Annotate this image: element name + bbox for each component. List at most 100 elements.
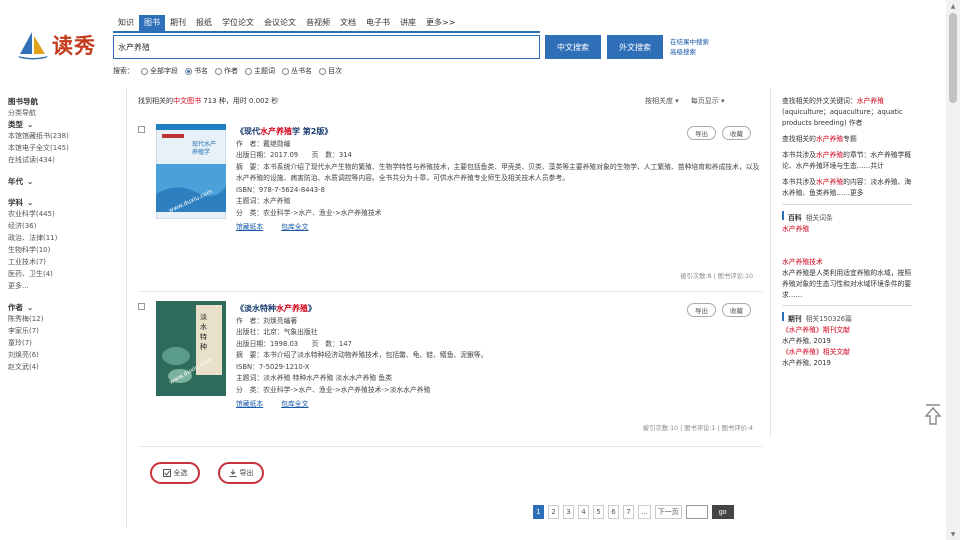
radio-dot-icon xyxy=(141,67,148,75)
svg-text:种: 种 xyxy=(200,342,207,351)
facet-title-label: 作者 xyxy=(8,303,23,312)
logo[interactable]: 读秀 xyxy=(16,28,106,62)
book-author: 作 者：戴继勋编 xyxy=(236,139,291,148)
nav-tab[interactable]: 学位论文 xyxy=(217,15,259,31)
facet-item[interactable]: 李家乐(7) xyxy=(8,325,126,337)
export-button[interactable]: 导出 xyxy=(687,126,716,140)
pagination: 1 2 3 4 5 6 7... 下一页 go xyxy=(533,505,734,519)
scope-option-label: 主题词 xyxy=(254,67,275,75)
wiki-item-link[interactable]: 水产养殖 xyxy=(782,224,912,235)
scope-radio[interactable]: 主题词 xyxy=(245,66,275,76)
facet-item[interactable]: 本馆馆藏纸书(238) xyxy=(8,130,126,142)
nav-tab[interactable]: 音视频 xyxy=(301,15,335,31)
facet-item[interactable]: 经济(36) xyxy=(8,220,126,232)
summary-prefix: 找到相关的 xyxy=(138,97,173,105)
facet-title-label: 类型 xyxy=(8,120,23,129)
result-actions: 导出 收藏 xyxy=(687,126,751,140)
related-entry[interactable]: 查找相关的水产养殖专题 xyxy=(782,134,912,145)
related-entry[interactable]: 本书共涉及水产养殖的内容：淡水养殖、海水养殖、鱼类养殖……更多 xyxy=(782,177,912,199)
wiki-heading: 百科 相关词条 xyxy=(782,211,912,224)
facet-item[interactable]: 赵文武(4) xyxy=(8,361,126,373)
page-go-button[interactable]: go xyxy=(711,505,734,519)
page-link[interactable]: 4 xyxy=(578,505,589,519)
sort-relevance-dropdown[interactable]: 按相关度 ▾ xyxy=(645,96,679,106)
scope-radio[interactable]: 丛书名 xyxy=(282,66,312,76)
facet-title[interactable]: 学科 ⌄ xyxy=(8,197,126,208)
library-copy-link[interactable]: 馆藏纸本 xyxy=(236,222,263,234)
advanced-search-link[interactable]: 高级搜索 xyxy=(670,47,709,57)
scope-radio[interactable]: 作者 xyxy=(215,66,238,76)
export-button[interactable]: 导出 xyxy=(687,303,716,317)
facet-item[interactable]: 刘焕亮(6) xyxy=(8,349,126,361)
wiki-detail-title[interactable]: 水产养殖技术 xyxy=(782,257,912,268)
bulk-export-button[interactable]: 导出 xyxy=(218,462,264,484)
svg-text:水: 水 xyxy=(200,322,207,331)
fulltext-link[interactable]: 包库全文 xyxy=(281,222,308,234)
related-entry[interactable]: 本书共涉及水产养殖的章节：水产养殖学概论、水产养殖环境与生态……共计 xyxy=(782,150,912,172)
nav-tab[interactable]: 电子书 xyxy=(361,15,395,31)
nav-underline xyxy=(113,31,540,33)
result-checkbox[interactable] xyxy=(138,126,145,133)
facet-item[interactable]: 生物科学(10) xyxy=(8,244,126,256)
nav-tab[interactable]: 图书 xyxy=(139,15,165,31)
scope-radio[interactable]: 全部字段 xyxy=(141,66,178,76)
scope-radio[interactable]: 目次 xyxy=(319,66,342,76)
page-link[interactable]: 7 xyxy=(623,505,634,519)
search-in-results-link[interactable]: 在结果中搜索 xyxy=(670,37,709,47)
nav-tab[interactable]: 讲座 xyxy=(395,15,421,31)
book-title-link[interactable]: 《淡水特种水产养殖》 xyxy=(236,303,761,315)
scroll-down-arrow-icon[interactable]: ▼ xyxy=(946,528,960,540)
favorite-button[interactable]: 收藏 xyxy=(722,303,751,317)
facet-item[interactable]: 童玲(7) xyxy=(8,337,126,349)
scroll-thumb[interactable] xyxy=(949,13,957,103)
entry-rest: (aquiculture；aquaculture；aquatic product… xyxy=(782,108,903,127)
journal-item[interactable]: 《水产养殖》期刊文献 xyxy=(782,325,912,336)
page-link[interactable]: 5 xyxy=(593,505,604,519)
nav-tab[interactable]: 期刊 xyxy=(165,15,191,31)
select-all-button[interactable]: 全选 xyxy=(150,462,200,484)
nav-tab[interactable]: 文档 xyxy=(335,15,361,31)
facet-title[interactable]: 作者 ⌄ xyxy=(8,302,126,313)
favorite-button[interactable]: 收藏 xyxy=(722,126,751,140)
nav-tab[interactable]: 报纸 xyxy=(191,15,217,31)
facet-item[interactable]: 医药、卫生(4) xyxy=(8,268,126,280)
facet-item[interactable]: 农业科学(445) xyxy=(8,208,126,220)
facet-title[interactable]: 年代 ⌄ xyxy=(8,176,126,187)
page-number-input[interactable] xyxy=(685,505,708,519)
facet-item[interactable]: 本馆电子全文(145) xyxy=(8,142,126,154)
entry-text: 查找相关的外文关键词： xyxy=(782,97,857,105)
page-link[interactable]: 3 xyxy=(563,505,574,519)
facet-item[interactable]: 陈秀梅(12) xyxy=(8,313,126,325)
page-link[interactable]: ... xyxy=(638,505,651,519)
nav-tab[interactable]: 会议论文 xyxy=(259,15,301,31)
facet-title[interactable]: 类型 ⌄ xyxy=(8,119,126,130)
fulltext-link[interactable]: 包库全文 xyxy=(281,399,308,411)
result-checkbox[interactable] xyxy=(138,303,145,310)
book-class: 分 类：农业科学->水产、渔业->水产养殖技术 xyxy=(236,208,382,217)
page-scrollbar[interactable]: ▲ ▼ xyxy=(946,0,960,540)
search-input[interactable] xyxy=(114,36,539,58)
nav-tab[interactable]: 更多>> xyxy=(421,15,460,31)
nav-tab[interactable]: 知识 xyxy=(113,15,139,31)
journal-item[interactable]: 《水产养殖》相关文献 xyxy=(782,347,912,358)
chinese-search-button[interactable]: 中文搜索 xyxy=(545,35,601,59)
scroll-up-arrow-icon[interactable]: ▲ xyxy=(946,0,960,12)
page-link[interactable]: 1 xyxy=(533,505,544,519)
book-title-link[interactable]: 《现代水产养殖学 第2版》 xyxy=(236,126,761,138)
facet-item[interactable]: 更多... xyxy=(8,280,126,292)
library-copy-link[interactable]: 馆藏纸本 xyxy=(236,399,263,411)
category-nav-link[interactable]: 分类导航 xyxy=(8,107,126,119)
facet-item[interactable]: 政治、法律(11) xyxy=(8,232,126,244)
per-page-dropdown[interactable]: 每页显示 ▾ xyxy=(691,96,725,106)
back-to-top-icon[interactable] xyxy=(924,402,942,426)
page-link[interactable]: 2 xyxy=(548,505,559,519)
facet-item[interactable]: 工业技术(7) xyxy=(8,256,126,268)
related-entry[interactable]: 查找相关的外文关键词：水产养殖 (aquiculture；aquaculture；… xyxy=(782,96,912,129)
facet-item[interactable]: 在线试读(434) xyxy=(8,154,126,166)
journal-heading: 期刊 相关150326篇 xyxy=(782,312,912,325)
page-link[interactable]: 下一页 xyxy=(654,505,682,519)
scope-radio[interactable]: 书名 xyxy=(185,66,208,76)
svg-text:特: 特 xyxy=(200,332,207,341)
foreign-search-button[interactable]: 外文搜索 xyxy=(607,35,663,59)
page-link[interactable]: 6 xyxy=(608,505,619,519)
